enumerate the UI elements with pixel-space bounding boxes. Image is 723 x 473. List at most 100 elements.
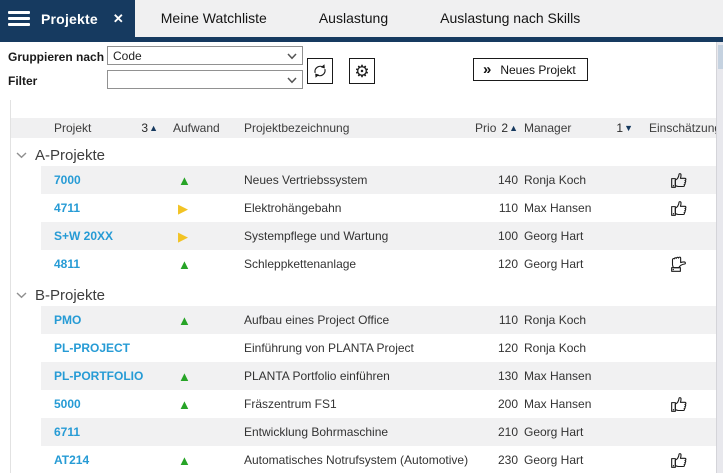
chevron-down-icon <box>287 77 297 84</box>
prio-value: 110 <box>498 201 518 215</box>
manager-name: Max Hansen <box>524 369 592 383</box>
refresh-button[interactable] <box>307 58 333 84</box>
group-label: A-Projekte <box>35 146 106 164</box>
prio-value: 210 <box>497 425 518 439</box>
thumb-up-icon <box>646 392 716 416</box>
group-label: B-Projekte <box>35 286 106 304</box>
col-aufwand[interactable]: Aufwand <box>173 121 220 135</box>
chevron-down-icon <box>287 53 297 60</box>
thumb-up-icon <box>646 168 716 192</box>
project-code-link[interactable]: 7000 <box>11 173 166 187</box>
trend-up-icon: ▲ <box>178 368 191 384</box>
project-name: Einführung von PLANTA Project <box>244 341 414 355</box>
assessment-empty <box>646 364 716 388</box>
project-name: Fräszentrum FS1 <box>244 397 337 411</box>
gear-icon: ⚙ <box>354 61 370 81</box>
col-manager[interactable]: Manager <box>524 121 571 135</box>
project-name: Entwicklung Bohrmaschine <box>244 425 389 439</box>
project-code-link[interactable]: PL-PROJECT <box>11 341 166 355</box>
group-header-b-projekte[interactable]: B-Projekte <box>11 284 716 306</box>
thumb-up-icon <box>646 196 716 220</box>
tab-auslastung[interactable]: Auslastung <box>293 0 414 37</box>
prio-value: 110 <box>498 313 518 327</box>
filter-label: Filter <box>8 74 38 88</box>
filter-select[interactable] <box>107 70 303 89</box>
trend-up-icon: ▲ <box>178 256 191 272</box>
project-row: AT214 ▲ Automatisches Notrufsystem (Automo… <box>11 446 716 473</box>
col-projekt[interactable]: Projekt <box>54 121 91 135</box>
manager-name: Max Hansen <box>524 397 592 411</box>
chevron-down-icon <box>16 291 27 298</box>
project-row: 7000 ▲ Neues Vertriebssystem 140 Ronja Koch <box>11 166 716 194</box>
project-name: PLANTA Portfolio einführen <box>244 369 390 383</box>
sort-badge-manager[interactable]: 1 ▼ <box>616 121 633 135</box>
group-header-a-projekte[interactable]: A-Projekte <box>11 144 716 166</box>
project-code-link[interactable]: 4811 <box>11 257 166 271</box>
project-code-link[interactable]: 4711 <box>11 201 166 215</box>
group-by-select[interactable]: Code <box>107 46 303 65</box>
prio-value: 130 <box>497 369 518 383</box>
new-project-label: Neues Projekt <box>500 62 576 77</box>
sort-badge-projekt[interactable]: 3 ▲ <box>141 121 158 135</box>
refresh-icon <box>314 64 326 78</box>
scrollbar-thumb[interactable] <box>718 45 723 69</box>
project-row: S+W 20XX ▶ Systempflege und Wartung 100 Geor… <box>11 222 716 250</box>
trend-flat-icon: ▶ <box>178 228 188 244</box>
project-row: PMO ▲ Aufbau eines Project Office 110 Ronja … <box>11 306 716 334</box>
menu-icon[interactable] <box>8 11 30 26</box>
group-by-value: Code <box>113 48 142 63</box>
manager-name: Ronja Koch <box>524 313 587 327</box>
manager-name: Georg Hart <box>524 229 584 243</box>
assessment-empty <box>646 308 716 332</box>
new-project-button[interactable]: » Neues Projekt <box>473 58 588 81</box>
manager-name: Max Hansen <box>524 201 592 215</box>
prio-value: 120 <box>497 257 518 271</box>
project-name: Schleppkettenanlage <box>244 257 357 271</box>
project-code-link[interactable]: 5000 <box>11 397 166 411</box>
trend-flat-icon: ▶ <box>178 200 188 216</box>
project-row: PL-PROJECT Einführung von PLANTA Project 1… <box>11 334 716 362</box>
thumb-neutral-icon <box>646 252 716 276</box>
tabbar-underline <box>0 37 723 42</box>
table-body: A-Projekte 7000 ▲ Neues Vertriebssystem 140 R… <box>11 144 716 473</box>
prio-value: 120 <box>497 341 518 355</box>
project-code-link[interactable]: PMO <box>11 313 166 327</box>
col-projektbezeichnung[interactable]: Projektbezeichnung <box>244 121 349 135</box>
project-code-link[interactable]: PL-PORTFOLIO <box>11 369 166 383</box>
project-row: 4811 ▲ Schleppkettenanlage 120 Georg Hart <box>11 250 716 278</box>
trend-up-icon: ▲ <box>178 172 191 188</box>
tab-bar: Projekte ✕ Meine Watchliste Auslastung Aus… <box>0 0 723 37</box>
col-prio[interactable]: Prio <box>475 121 496 135</box>
project-row: PL-PORTFOLIO ▲ PLANTA Portfolio einführen 1… <box>11 362 716 390</box>
manager-name: Georg Hart <box>524 453 584 467</box>
project-code-link[interactable]: AT214 <box>11 453 166 467</box>
project-row: 6711 Entwicklung Bohrmaschine 210 Georg Har… <box>11 418 716 446</box>
project-table: Projekt 3 ▲ Aufwand Projektbezeichnung Pr… <box>10 100 721 473</box>
settings-button[interactable]: ⚙ <box>349 58 375 84</box>
thumb-up-icon <box>646 448 716 472</box>
project-code-link[interactable]: 6711 <box>11 425 166 439</box>
vertical-scrollbar[interactable] <box>716 42 723 473</box>
tab-projekte[interactable]: Projekte ✕ <box>0 0 135 37</box>
close-tab-icon[interactable]: ✕ <box>113 11 124 27</box>
prio-value: 230 <box>497 453 518 467</box>
assessment-empty <box>646 420 716 444</box>
assessment-empty <box>646 336 716 360</box>
trend-up-icon: ▲ <box>178 452 191 468</box>
sort-badge-prio[interactable]: 2 ▲ <box>501 121 518 135</box>
prio-value: 200 <box>497 397 518 411</box>
app-window: Projekte ✕ Meine Watchliste Auslastung Aus… <box>0 0 723 473</box>
project-name: Neues Vertriebssystem <box>244 173 368 187</box>
tab-auslastung-nach-skills[interactable]: Auslastung nach Skills <box>414 0 606 37</box>
project-name: Aufbau eines Project Office <box>244 313 390 327</box>
manager-name: Georg Hart <box>524 257 584 271</box>
double-chevron-right-icon: » <box>483 60 492 78</box>
col-einschaetzung[interactable]: Einschätzung <box>649 121 721 135</box>
manager-name: Ronja Koch <box>524 173 587 187</box>
table-header: Projekt 3 ▲ Aufwand Projektbezeichnung Pr… <box>11 118 721 138</box>
prio-value: 100 <box>497 229 518 243</box>
tab-list: Meine Watchliste Auslastung Auslastung nac… <box>135 0 606 37</box>
assessment-empty <box>646 224 716 248</box>
tab-meine-watchliste[interactable]: Meine Watchliste <box>135 0 293 37</box>
project-code-link[interactable]: S+W 20XX <box>11 229 166 243</box>
